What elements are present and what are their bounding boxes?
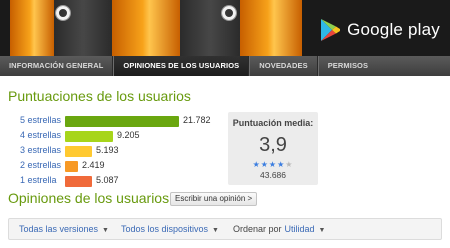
histogram-count-3: 5.193 <box>96 145 119 155</box>
histogram-bar-2 <box>65 161 78 172</box>
histogram-count-1: 5.087 <box>96 175 119 185</box>
rating-histogram: 5 estrellas 21.782 4 estrellas 9.205 3 e… <box>20 114 240 189</box>
histogram-row: 2 estrellas 2.419 <box>20 159 240 174</box>
average-rating-box: Puntuación media: 3,9 ★★★★★ 43.686 <box>228 112 318 185</box>
devices-filter[interactable]: Todos los dispositivos ▼ <box>109 224 219 234</box>
histogram-row: 1 estrella 5.087 <box>20 174 240 189</box>
average-rating-title: Puntuación media: <box>232 118 314 128</box>
sort-dropdown[interactable]: Utilidad ▼ <box>282 224 326 234</box>
histogram-count-5: 21.782 <box>183 115 211 125</box>
chevron-down-icon: ▼ <box>212 227 219 234</box>
sort-value: Utilidad <box>284 224 315 234</box>
star-rating-icon: ★★★★★ <box>252 160 294 169</box>
tab-whats-new[interactable]: NOVEDADES <box>250 56 316 76</box>
histogram-bar-4 <box>65 131 113 142</box>
histogram-label-3[interactable]: 3 estrellas <box>20 145 61 155</box>
sort-label: Ordenar por <box>232 224 282 234</box>
chevron-down-icon: ▼ <box>318 227 326 234</box>
chevron-down-icon: ▼ <box>102 227 109 234</box>
banner-graphic <box>112 0 180 56</box>
histogram-row: 4 estrellas 9.205 <box>20 129 240 144</box>
versions-filter-label: Todas las versiones <box>19 224 99 234</box>
ring-graphic <box>222 6 236 20</box>
app-banner: Google play <box>0 0 450 56</box>
write-review-button[interactable]: Escribir una opinión > <box>170 192 258 206</box>
versions-filter[interactable]: Todas las versiones ▼ <box>9 224 109 234</box>
histogram-label-4[interactable]: 4 estrellas <box>20 130 61 140</box>
google-play-logo-icon <box>321 19 341 41</box>
ratings-heading: Puntuaciones de los usuarios <box>8 88 191 104</box>
histogram-bar-1 <box>65 176 92 187</box>
average-rating-value: 3,9 <box>259 134 287 156</box>
histogram-count-2: 2.419 <box>82 160 105 170</box>
google-play-brand[interactable]: Google play <box>319 18 440 42</box>
histogram-bar-3 <box>65 146 92 157</box>
devices-filter-label: Todos los dispositivos <box>120 224 209 234</box>
tab-general-info[interactable]: INFORMACIÓN GENERAL <box>0 56 112 76</box>
histogram-row: 3 estrellas 5.193 <box>20 144 240 159</box>
histogram-label-1[interactable]: 1 estrella <box>20 175 57 185</box>
reviews-heading: Opiniones de los usuarios <box>8 190 170 206</box>
tab-permissions[interactable]: PERMISOS <box>319 56 377 76</box>
banner-graphic <box>10 0 54 56</box>
histogram-row: 5 estrellas 21.782 <box>20 114 240 129</box>
histogram-label-2[interactable]: 2 estrellas <box>20 160 61 170</box>
review-filter-bar: Todas las versiones ▼ Todos los dispositi… <box>8 218 442 240</box>
histogram-bar-5 <box>65 116 179 127</box>
tab-bar: INFORMACIÓN GENERAL OPINIONES DE LOS USU… <box>0 56 450 76</box>
histogram-count-4: 9.205 <box>117 130 140 140</box>
total-ratings-count: 43.686 <box>260 170 286 180</box>
tab-user-reviews[interactable]: OPINIONES DE LOS USUARIOS <box>114 56 249 76</box>
ring-graphic <box>56 6 70 20</box>
store-name: Google play <box>347 20 440 39</box>
histogram-label-5[interactable]: 5 estrellas <box>20 115 61 125</box>
banner-graphic <box>240 0 302 56</box>
